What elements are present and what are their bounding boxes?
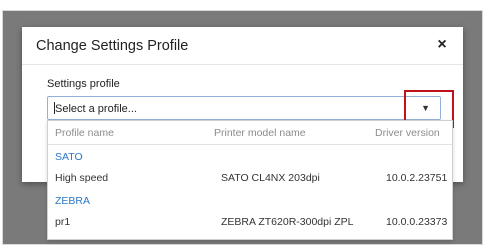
dropdown-header: Profile name Printer model name Driver v… xyxy=(48,121,452,145)
column-header-printer-model: Printer model name xyxy=(214,127,306,139)
column-header-driver-version: Driver version xyxy=(375,127,440,139)
list-item-high-speed[interactable]: High speed SATO CL4NX 203dpi 10.0.2.2375… xyxy=(48,168,452,189)
driver-version: 10.0.2.23751 xyxy=(386,172,448,184)
column-header-profile-name: Profile name xyxy=(55,127,114,139)
printer-model: ZEBRA ZT620R-300dpi ZPL xyxy=(221,216,354,228)
settings-profile-label: Settings profile xyxy=(47,78,120,90)
dialog-header: Change Settings Profile × xyxy=(22,27,463,65)
list-item-pr1[interactable]: pr1 ZEBRA ZT620R-300dpi ZPL 10.0.0.23373 xyxy=(48,212,452,233)
driver-version: 10.0.0.23373 xyxy=(386,216,448,228)
close-icon[interactable]: × xyxy=(433,36,451,54)
group-header-zebra: ZEBRA xyxy=(48,191,452,212)
settings-profile-select[interactable]: Select a profile... ▼ xyxy=(47,96,441,120)
profile-name: High speed xyxy=(55,172,109,184)
profile-dropdown-list: Profile name Printer model name Driver v… xyxy=(47,120,453,240)
dialog-title: Change Settings Profile xyxy=(36,38,189,54)
profile-name: pr1 xyxy=(55,216,71,228)
group-header-sato: SATO xyxy=(48,147,452,168)
group-name: ZEBRA xyxy=(55,195,91,207)
select-placeholder: Select a profile... xyxy=(54,102,137,115)
select-placeholder-text: Select a profile... xyxy=(55,103,137,115)
printer-model: SATO CL4NX 203dpi xyxy=(221,172,320,184)
group-name: SATO xyxy=(55,151,83,163)
